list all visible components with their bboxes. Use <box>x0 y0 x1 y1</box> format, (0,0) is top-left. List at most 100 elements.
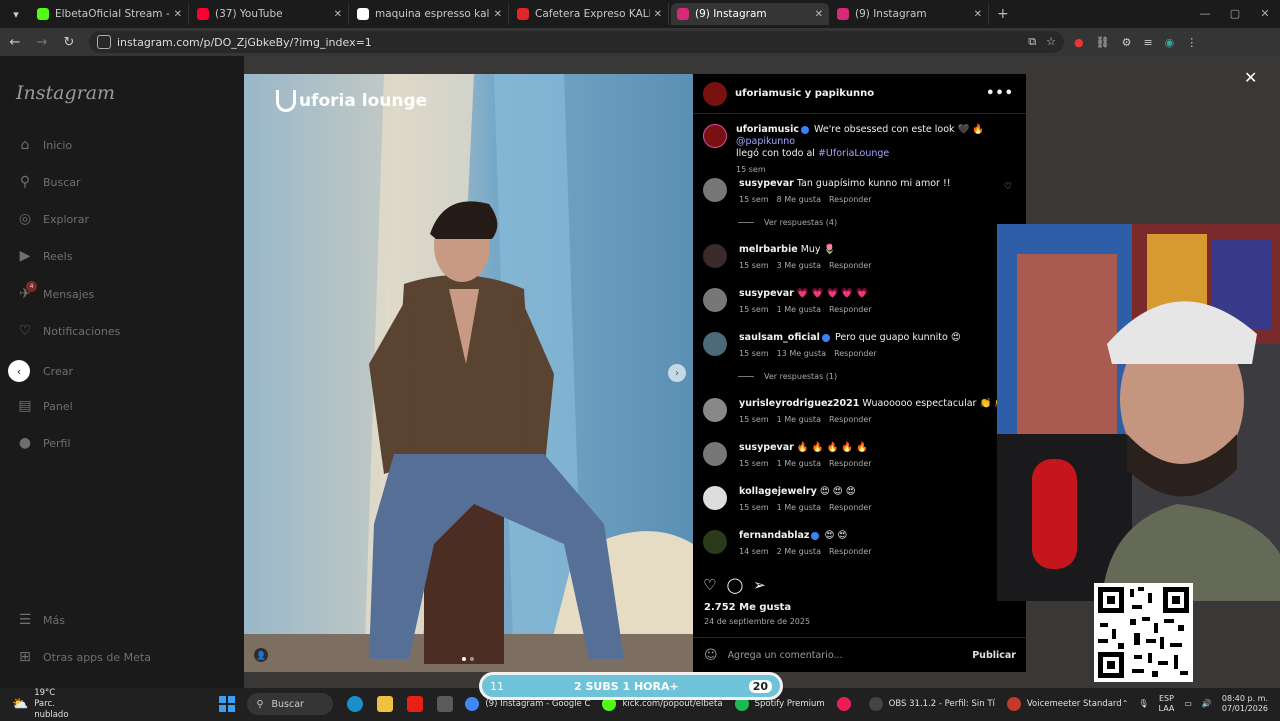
comment-username[interactable]: fernandablaz <box>739 530 809 541</box>
carousel-next-button[interactable]: › <box>668 364 686 382</box>
sidebar-item-perfil[interactable]: ● Perfil <box>16 434 71 452</box>
caption-mention-link[interactable]: @papikunno <box>736 136 795 147</box>
sidebar-item-crear[interactable]: ‹ Crear <box>8 360 73 382</box>
close-tab-icon[interactable]: ✕ <box>174 9 182 20</box>
sidebar-item-explorar[interactable]: ◎ Explorar <box>16 210 89 228</box>
chevron-up-icon[interactable]: ⌃ <box>1122 699 1129 709</box>
browser-tab[interactable]: ElbetaOficial Stream - Watch Li ✕ <box>31 3 189 25</box>
view-replies-button[interactable]: Ver respuestas (4) <box>738 218 837 227</box>
comment-username[interactable]: saulsam_oficial <box>739 332 820 343</box>
network-icon[interactable]: ▭ <box>1184 699 1192 709</box>
more-options-icon[interactable]: ••• <box>986 86 1014 101</box>
reply-button[interactable]: Responder <box>829 195 872 204</box>
post-authors[interactable]: uforiamusic y papikunno <box>735 88 874 99</box>
browser-tab[interactable]: (9) Instagram ✕ <box>831 3 989 25</box>
browser-tab[interactable]: (37) YouTube ✕ <box>191 3 349 25</box>
comment-input[interactable]: Agrega un comentario... <box>728 650 843 661</box>
minimize-icon[interactable]: — <box>1190 0 1220 26</box>
comment-likes[interactable]: 1 Me gusta <box>777 503 821 512</box>
sidebar-item-panel[interactable]: ▤ Panel <box>16 397 72 415</box>
likes-count[interactable]: 2.752 Me gusta <box>704 602 791 613</box>
weather-widget[interactable]: ⛅ 19°C Parc. nublado <box>12 688 69 721</box>
avatar[interactable] <box>703 442 727 466</box>
avatar[interactable] <box>703 124 727 148</box>
comment-username[interactable]: susypevar <box>739 178 794 189</box>
comment-username[interactable]: yurisleyrodriguez2021 <box>739 398 859 409</box>
link-extension-icon[interactable]: ⛓ <box>1096 36 1110 49</box>
sidebar-item-notificaciones[interactable]: ♡ Notificaciones <box>16 322 121 340</box>
caption-hashtag-link[interactable]: #UforiaLounge <box>818 148 889 159</box>
youtube-icon[interactable] <box>407 696 424 712</box>
reply-button[interactable]: Responder <box>829 547 872 556</box>
comment-likes[interactable]: 2 Me gusta <box>777 547 821 556</box>
comment-username[interactable]: kollagejewelry <box>739 486 817 497</box>
comment-username[interactable]: melrbarbie <box>739 244 798 255</box>
reply-button[interactable]: Responder <box>829 459 872 468</box>
avatar[interactable] <box>703 486 727 510</box>
sidebar-item-inicio[interactable]: ⌂ Inicio <box>16 136 73 154</box>
reply-button[interactable]: Responder <box>829 503 872 512</box>
close-tab-icon[interactable]: ✕ <box>494 9 502 20</box>
edge-icon[interactable] <box>347 696 364 712</box>
close-tab-icon[interactable]: ✕ <box>815 9 823 20</box>
microphone-icon[interactable]: 🎙 <box>1138 699 1148 709</box>
extensions-puzzle-icon[interactable]: ⚙ <box>1122 36 1132 49</box>
tab-list-icon[interactable]: ≡ <box>1143 36 1152 49</box>
back-icon[interactable]: ← <box>3 30 27 54</box>
reply-button[interactable]: Responder <box>829 261 872 270</box>
close-tab-icon[interactable]: ✕ <box>334 9 342 20</box>
new-tab-button[interactable]: + <box>997 6 1009 22</box>
view-replies-button[interactable]: Ver respuestas (1) <box>738 372 837 381</box>
browser-tab[interactable]: maquina espresso kalley - Busc ✕ <box>351 3 509 25</box>
taskbar-search[interactable]: ⚲ Buscar <box>246 693 334 715</box>
taskbar-app[interactable]: OBS 31.1.2 - Perfil: Sin Tí <box>868 697 995 711</box>
comment-likes[interactable]: 1 Me gusta <box>777 459 821 468</box>
avatar[interactable] <box>703 244 727 268</box>
comment-like-heart-icon[interactable]: ♡ <box>1004 182 1012 192</box>
sidebar-item-buscar[interactable]: ⚲ Buscar <box>16 173 81 191</box>
avatar[interactable] <box>703 288 727 312</box>
comment-likes[interactable]: 1 Me gusta <box>777 305 821 314</box>
emoji-icon[interactable]: ☺ <box>704 648 718 663</box>
taskbar-app[interactable]: Voicemeeter Standard <box>1006 697 1122 711</box>
comment-likes[interactable]: 3 Me gusta <box>777 261 821 270</box>
reply-button[interactable]: Responder <box>829 305 872 314</box>
comment-likes[interactable]: 1 Me gusta <box>777 415 821 424</box>
browser-menu-icon[interactable]: ⋮ <box>1186 36 1197 49</box>
sidebar-item-meta-apps[interactable]: ⊞ Otras apps de Meta <box>16 648 151 666</box>
tagged-users-icon[interactable]: 👤 <box>254 648 268 662</box>
site-info-icon[interactable] <box>97 35 111 49</box>
volume-icon[interactable]: 🔊 <box>1202 699 1212 709</box>
sidebar-item-reels[interactable]: ▶ Reels <box>16 247 73 265</box>
post-image[interactable]: uforia lounge › 👤 <box>244 74 693 672</box>
language-indicator[interactable]: ESP LAA <box>1159 694 1175 714</box>
extension-icon[interactable]: ● <box>1074 36 1084 49</box>
address-bar[interactable]: instagram.com/p/DO_ZjGbkeBy/?img_index=1… <box>89 31 1064 53</box>
store-icon[interactable] <box>437 696 454 712</box>
share-send-icon[interactable]: ➢ <box>753 576 766 594</box>
reply-button[interactable]: Responder <box>834 349 877 358</box>
comment-username[interactable]: susypevar <box>739 288 794 299</box>
instagram-logo[interactable]: Instagram <box>16 82 115 104</box>
bookmark-star-icon[interactable]: ☆ <box>1046 35 1056 49</box>
maximize-icon[interactable]: ▢ <box>1220 0 1250 26</box>
avatar[interactable] <box>703 332 727 356</box>
clock[interactable]: 08:40 p. m. 07/01/2026 <box>1222 694 1268 714</box>
close-tab-icon[interactable]: ✕ <box>654 9 662 20</box>
tab-search-menu-button[interactable]: ▾ <box>3 4 29 24</box>
comment-likes[interactable]: 8 Me gusta <box>777 195 821 204</box>
like-heart-icon[interactable]: ♡ <box>703 576 716 594</box>
file-explorer-icon[interactable] <box>377 696 394 712</box>
close-tab-icon[interactable]: ✕ <box>974 9 982 20</box>
publish-button[interactable]: Publicar <box>972 650 1016 661</box>
install-app-icon[interactable]: ⧉ <box>1028 35 1036 49</box>
sidebar-item-mensajes[interactable]: ✈ 4 Mensajes <box>16 281 94 303</box>
forward-icon[interactable]: → <box>30 30 54 54</box>
comment-likes[interactable]: 13 Me gusta <box>777 349 826 358</box>
browser-tab[interactable]: (9) Instagram ✕ <box>671 3 829 25</box>
avatar[interactable] <box>703 398 727 422</box>
comment-bubble-icon[interactable]: ◯ <box>726 576 743 594</box>
taskbar-app[interactable] <box>836 697 857 711</box>
sidebar-item-more[interactable]: ☰ Más <box>16 611 65 629</box>
profile-avatar-icon[interactable]: ◉ <box>1165 36 1175 49</box>
